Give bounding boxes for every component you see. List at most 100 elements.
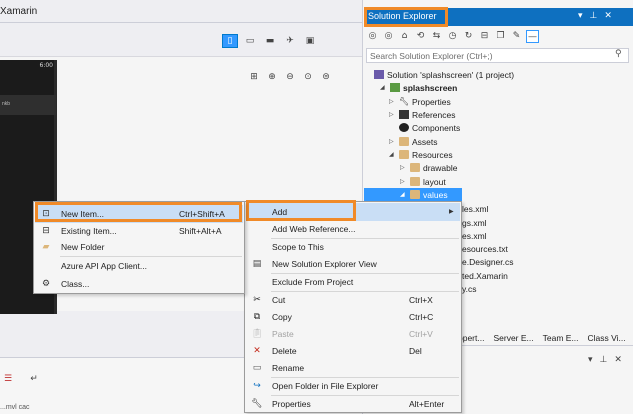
tree-item-properties[interactable]: ▷ 🔧︎ Properties (389, 95, 451, 108)
tree-file-fragment[interactable]: gs.xml (462, 218, 487, 228)
menu-item-azure-api-app-client[interactable]: Azure API App Client... (35, 257, 243, 275)
tab-divider (458, 345, 633, 346)
delete-icon: ✕ (253, 346, 261, 356)
cut-icon: ✂ (253, 295, 261, 305)
menu-item-exclude-from-project[interactable]: Exclude From Project (246, 273, 460, 291)
refresh-icon[interactable]: ↻ (462, 30, 475, 43)
device-view-icon[interactable]: ▯ (222, 34, 238, 48)
sync-icon[interactable]: ⟲ (414, 30, 427, 43)
menu-item-copy[interactable]: ⧉ Copy Ctrl+C (246, 308, 460, 326)
collapse-arrow-icon[interactable]: ◢ (380, 84, 390, 91)
device-appbar: nkb (0, 95, 56, 115)
folder-icon (410, 163, 420, 172)
tree-item-drawable[interactable]: ▷ drawable (400, 161, 458, 174)
preview-icon[interactable]: — (526, 30, 539, 43)
menu-item-add-web-reference[interactable]: Add Web Reference... (246, 220, 460, 238)
home-icon[interactable]: ⌂ (398, 30, 411, 43)
expand-arrow-icon[interactable]: ▷ (389, 138, 399, 145)
zoom-actual-icon[interactable]: ⊜ (318, 70, 334, 84)
menu-item-new-solution-explorer-view[interactable]: ▤ New Solution Explorer View (246, 255, 460, 273)
zoom-in-icon[interactable]: ⊕ (264, 70, 280, 84)
tree-file-fragment[interactable]: es.xml (462, 231, 487, 241)
existing-item-icon: ⊟ (42, 226, 50, 236)
title-highlight-box (364, 7, 448, 27)
new-view-icon: ▤ (252, 259, 262, 269)
dropdown-arrow-icon[interactable]: ▾ (588, 355, 593, 365)
tree-file-fragment[interactable]: esources.txt (462, 244, 508, 254)
collapse-arrow-icon[interactable]: ◢ (389, 151, 399, 158)
menu-item-properties[interactable]: 🔧︎ Properties Alt+Enter (246, 395, 460, 413)
tree-item-assets[interactable]: ▷ Assets (389, 135, 438, 148)
menu-item-class[interactable]: ⚙ Class... (35, 275, 243, 293)
expand-arrow-icon[interactable]: ▷ (389, 98, 399, 105)
clear-icon[interactable]: ☰ (0, 372, 16, 386)
tree-file-fragment[interactable]: ted.Xamarin (462, 271, 508, 281)
components-icon (399, 123, 409, 132)
menu-item-cut[interactable]: ✂ Cut Ctrl+X (246, 291, 460, 309)
open-folder-icon: ↪ (253, 381, 261, 391)
fit-icon[interactable]: ⊞ (246, 70, 262, 84)
rename-icon: ▭ (252, 363, 262, 373)
tree-item-project[interactable]: ◢ splashscreen (380, 81, 457, 94)
expand-arrow-icon[interactable]: ▷ (400, 178, 410, 185)
paste-icon: 📋︎ (251, 329, 263, 339)
menu-item-paste[interactable]: 📋︎ Paste Ctrl+V (246, 325, 460, 343)
folder-icon (410, 177, 420, 186)
context-menu: Add ▶ Add Web Reference... Scope to This… (244, 201, 462, 413)
tree-file-fragment[interactable]: les.xml (462, 204, 488, 214)
collapse-arrow-icon[interactable]: ◢ (400, 191, 410, 198)
panel-title-buttons: ▾ ⊥ ✕ (578, 11, 612, 21)
output-toolbar: ☰ ↵ (0, 372, 42, 386)
search-icon[interactable]: ⚲ (615, 49, 622, 59)
tab-class-view[interactable]: Class Vi... (588, 333, 626, 343)
menu-item-open-folder[interactable]: ↪ Open Folder in File Explorer (246, 377, 460, 395)
back-icon[interactable]: ◎ (366, 30, 379, 43)
tab-server-explorer[interactable]: Server E... (493, 333, 533, 343)
pin-icon[interactable]: ✈ (282, 34, 298, 48)
designer-tab-title[interactable]: Xamarin (0, 6, 37, 17)
menu-item-new-folder[interactable]: ▰ New Folder (35, 238, 243, 256)
close-icon[interactable]: ✕ (604, 11, 612, 21)
show-all-files-icon[interactable]: ❐ (494, 30, 507, 43)
search-placeholder: Search Solution Explorer (Ctrl+;) (370, 51, 493, 61)
tree-file-fragment[interactable]: e.Designer.cs (462, 257, 514, 267)
pin-icon[interactable]: ⊥ (600, 355, 608, 365)
solution-icon (374, 70, 384, 79)
tree-item-references[interactable]: ▷ References (389, 108, 455, 121)
menu-item-delete[interactable]: ✕ Delete Del (246, 342, 460, 360)
dropdown-arrow-icon[interactable]: ▾ (578, 11, 583, 21)
history-icon[interactable]: ◷ (446, 30, 459, 43)
folder-icon (399, 137, 409, 146)
layout-icon[interactable]: ▭ (242, 34, 258, 48)
folder-icon (410, 190, 420, 199)
pin-icon[interactable]: ⊥ (590, 11, 598, 21)
battery-icon[interactable]: ▬ (262, 34, 278, 48)
tree-item-solution[interactable]: Solution 'splashscreen' (1 project) (374, 68, 514, 81)
close-icon[interactable]: ✕ (614, 355, 622, 365)
folder-icon (399, 150, 409, 159)
zoom-out-icon[interactable]: ⊖ (282, 70, 298, 84)
collapse-all-icon[interactable]: ⊟ (478, 30, 491, 43)
tree-item-components[interactable]: Components (389, 121, 460, 134)
tree-item-layout[interactable]: ▷ layout (400, 175, 446, 188)
copy-icon: ⧉ (253, 312, 261, 322)
tree-item-values[interactable]: ◢ values (400, 188, 448, 201)
forward-icon[interactable]: ◎ (382, 30, 395, 43)
expand-arrow-icon[interactable]: ▷ (400, 164, 410, 171)
properties-icon[interactable]: ✎ (510, 30, 523, 43)
tab-team-explorer[interactable]: Team E... (543, 333, 579, 343)
expand-arrow-icon[interactable]: ▷ (389, 111, 399, 118)
grid-icon[interactable]: ▣ (302, 34, 318, 48)
new-folder-icon: ▰ (42, 242, 50, 252)
add-highlight-box (246, 200, 356, 221)
switch-views-icon[interactable]: ⇆ (430, 30, 443, 43)
wrap-icon[interactable]: ↵ (26, 372, 42, 386)
wrench-icon: 🔧︎ (399, 97, 410, 106)
solution-explorer-toolbar: ◎ ◎ ⌂ ⟲ ⇆ ◷ ↻ ⊟ ❐ ✎ — (366, 30, 539, 43)
tree-file-fragment[interactable]: y.cs (462, 284, 476, 294)
menu-item-scope-to-this[interactable]: Scope to This (246, 238, 460, 256)
designer-toolbar: ▯ ▭ ▬ ✈ ▣ (222, 33, 318, 49)
zoom-reset-icon[interactable]: ⊙ (300, 70, 316, 84)
menu-item-rename[interactable]: ▭ Rename (246, 359, 460, 377)
tree-item-resources[interactable]: ◢ Resources (389, 148, 453, 161)
